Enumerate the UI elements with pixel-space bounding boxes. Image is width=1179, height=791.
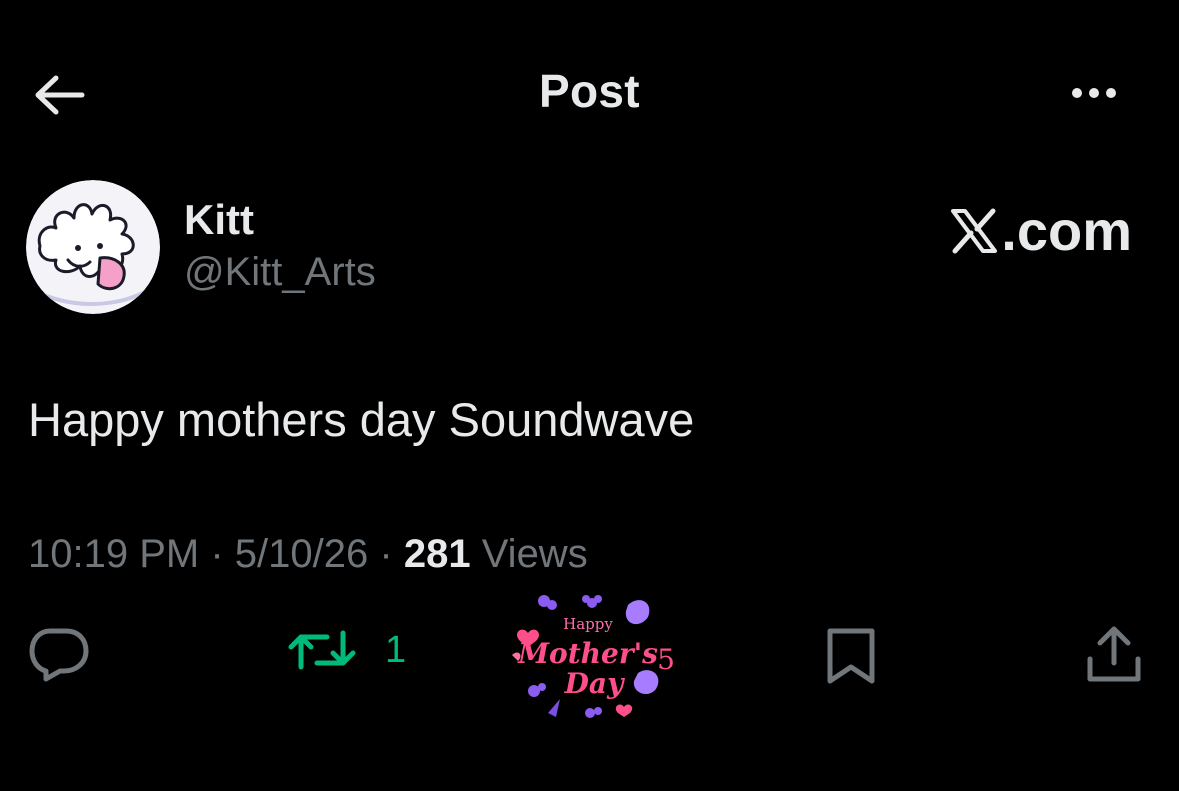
more-horizontal-icon xyxy=(1072,88,1082,98)
author-handle[interactable]: @Kitt_Arts xyxy=(184,250,376,295)
more-dot xyxy=(1089,88,1099,98)
reply-button[interactable] xyxy=(28,625,90,683)
repost-button[interactable]: 1 xyxy=(287,625,406,675)
meta-separator: · xyxy=(210,532,224,576)
avatar[interactable] xyxy=(26,180,160,314)
sticker-line2: Mother's xyxy=(517,637,658,670)
sticker-number: 5 xyxy=(657,643,675,676)
bookmark-icon xyxy=(827,628,875,684)
reply-bubble-icon xyxy=(29,628,89,682)
more-dot xyxy=(1106,88,1116,98)
more-options-button[interactable] xyxy=(1062,80,1126,106)
share-icon xyxy=(1087,626,1141,682)
x-logo-icon xyxy=(951,208,998,253)
top-navigation-bar: Post xyxy=(0,0,1179,185)
views-label[interactable]: Views xyxy=(482,532,588,576)
avatar-cartoon-icon xyxy=(26,180,160,314)
post-date: 5/10/26 xyxy=(234,532,369,576)
sticker-line1: Happy xyxy=(563,615,613,633)
happy-mothers-day-sticker: Happy Mother's Day 5 xyxy=(512,595,675,718)
x-com-watermark: .com xyxy=(949,198,1132,263)
heart-decoration xyxy=(615,704,633,717)
post-metadata: 10:19 PM · 5/10/26 · 281 Views xyxy=(28,532,588,577)
meta-separator: · xyxy=(379,532,393,576)
repost-icon xyxy=(288,630,356,670)
bookmark-button[interactable] xyxy=(822,625,880,685)
post-author: Kitt @Kitt_Arts .com xyxy=(26,180,1156,320)
watermark-text: .com xyxy=(1001,199,1132,262)
share-button[interactable] xyxy=(1084,623,1144,685)
post-action-bar: 1 Happy Mother's Day 5 xyxy=(0,595,1179,725)
post-body-text: Happy mothers day Soundwave xyxy=(28,393,695,446)
sticker-line3: Day xyxy=(564,667,625,700)
page-title: Post xyxy=(539,65,640,117)
author-display-name[interactable]: Kitt xyxy=(184,196,254,244)
views-count[interactable]: 281 xyxy=(404,532,471,576)
repost-count: 1 xyxy=(385,628,407,671)
post-time: 10:19 PM xyxy=(28,532,200,576)
